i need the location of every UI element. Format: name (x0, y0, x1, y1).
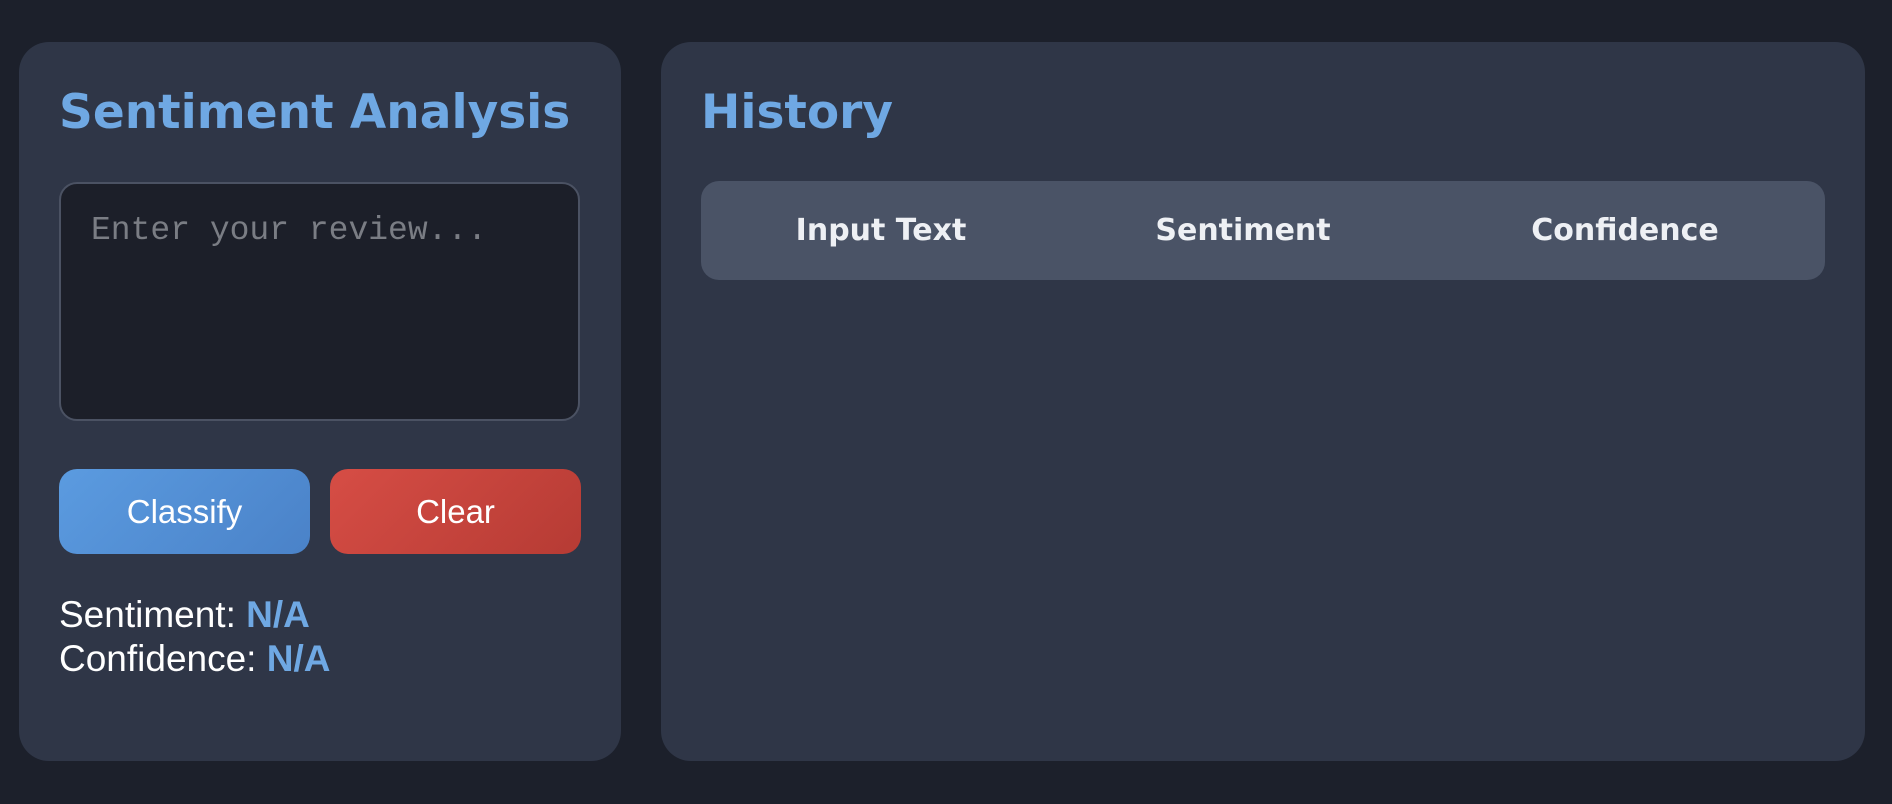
history-panel-title: History (701, 85, 893, 140)
column-header-input-text: Input Text (795, 213, 967, 248)
sentiment-result-value: N/A (246, 594, 310, 635)
column-header-sentiment: Sentiment (1155, 213, 1331, 248)
sentiment-panel: Sentiment Analysis Classify Clear Sentim… (19, 42, 621, 761)
sentiment-panel-title: Sentiment Analysis (59, 85, 571, 140)
history-table-header: Input Text Sentiment Confidence (701, 181, 1825, 280)
history-panel: History Input Text Sentiment Confidence (661, 42, 1865, 761)
review-input[interactable] (59, 182, 580, 421)
clear-button[interactable]: Clear (330, 469, 581, 554)
sentiment-result-label: Sentiment: (59, 594, 247, 635)
sentiment-result: Sentiment: N/A (59, 593, 310, 637)
classify-button[interactable]: Classify (59, 469, 310, 554)
confidence-result-label: Confidence: (59, 638, 267, 679)
confidence-result-value: N/A (266, 638, 331, 679)
column-header-confidence: Confidence (1531, 213, 1719, 248)
confidence-result: Confidence: N/A (59, 637, 330, 681)
